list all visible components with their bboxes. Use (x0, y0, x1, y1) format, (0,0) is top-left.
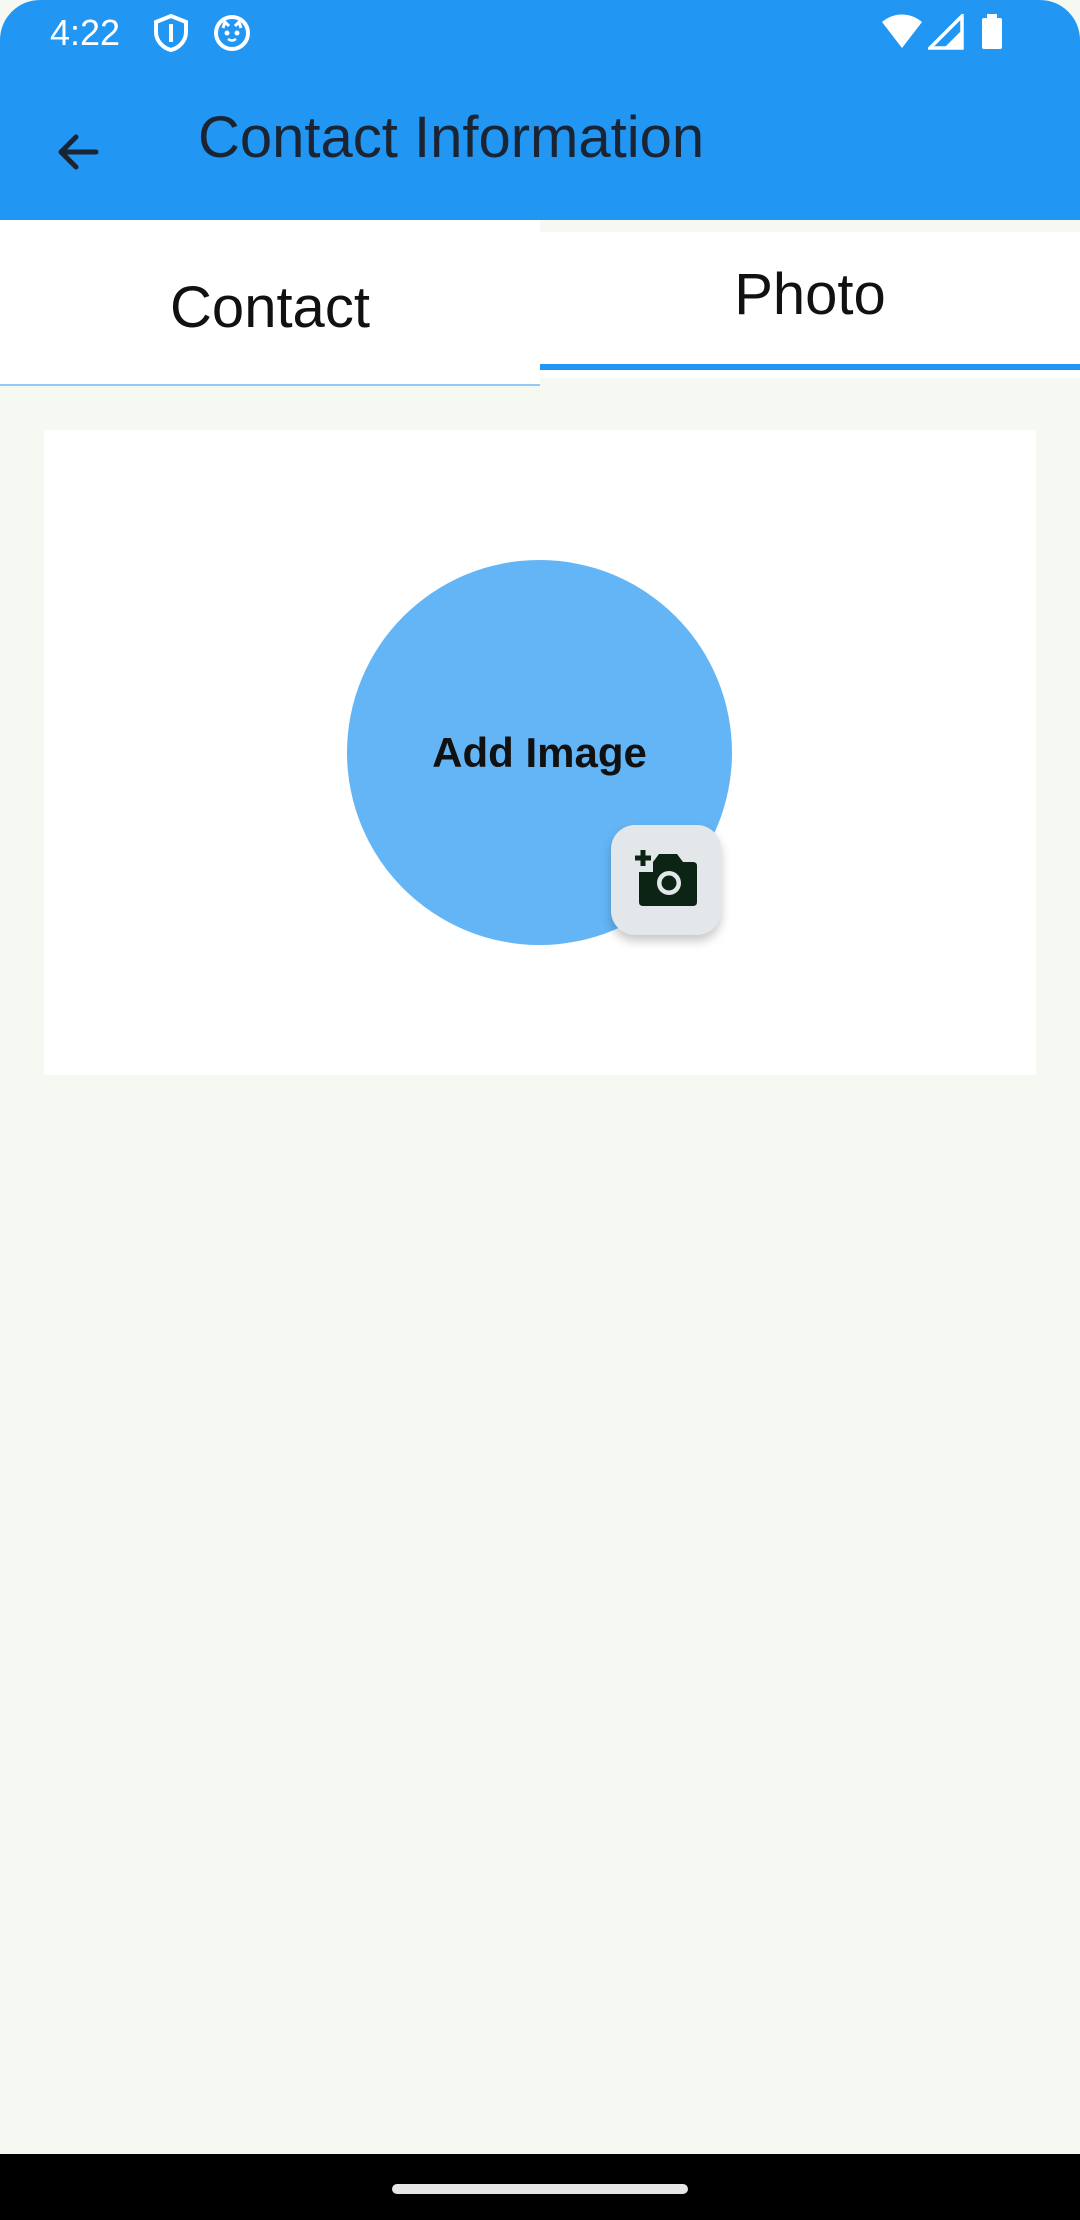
photo-card: Add Image (44, 430, 1036, 1075)
battery-icon (980, 14, 1004, 55)
add-a-photo-icon (633, 848, 699, 913)
selected-tab-indicator (540, 364, 1080, 370)
tab-photo[interactable]: Photo (540, 232, 1080, 378)
tab-label-contact: Contact (170, 274, 370, 340)
tab-label-photo: Photo (734, 261, 886, 327)
arrow-back-icon (54, 128, 102, 181)
add-photo-button[interactable] (611, 825, 721, 935)
status-time: 4:22 (50, 12, 121, 53)
app-header: 4:22 Contact Information (0, 0, 1080, 220)
back-button[interactable] (30, 106, 126, 202)
home-handle[interactable] (392, 2184, 688, 2194)
shield-icon (153, 13, 189, 57)
app-screen: 4:22 Contact Information Contact Photo A… (0, 0, 1080, 2220)
tab-bar: Contact Photo (0, 220, 1080, 386)
toolbar: Contact Information (0, 66, 1080, 220)
system-nav-bar (0, 2154, 1080, 2220)
signal-icon (925, 11, 964, 55)
tab-contact[interactable]: Contact (0, 220, 540, 386)
avatar-label: Add Image (432, 728, 647, 776)
wifi-icon (880, 14, 924, 55)
status-bar: 4:22 (0, 0, 1080, 66)
cat-face-icon (213, 14, 251, 57)
page-title: Contact Information (198, 105, 705, 170)
